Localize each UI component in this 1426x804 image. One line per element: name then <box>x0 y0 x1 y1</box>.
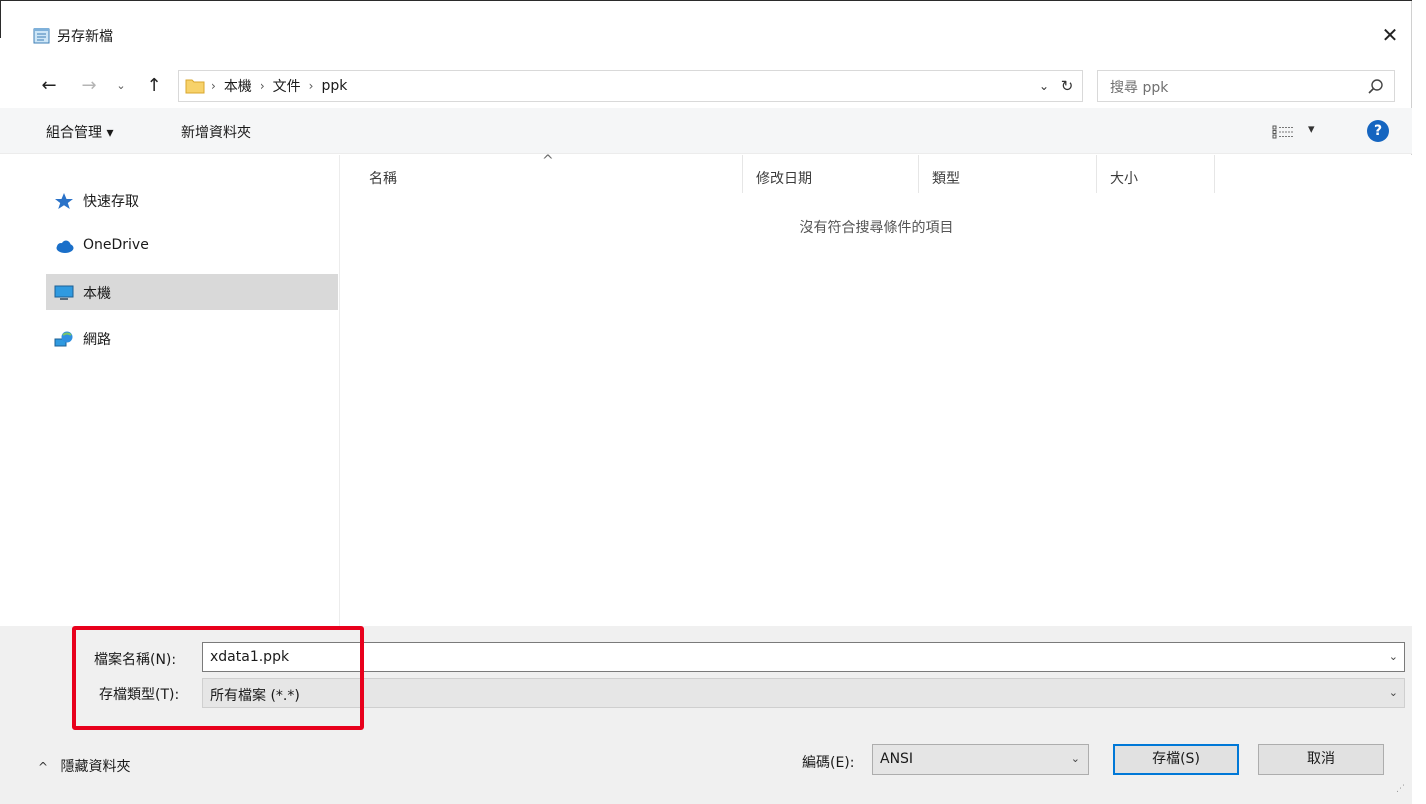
encoding-label: 編碼(E): <box>802 755 855 771</box>
help-icon[interactable]: ? <box>1367 120 1389 142</box>
forward-button[interactable]: → <box>76 73 102 99</box>
save-as-dialog: 另存新檔 ✕ ← → ⌄ ↑ › 本機 › 文件 › ppk ⌄ ↻ 搜尋 pp… <box>0 0 1412 804</box>
sidebar-item-label: 本機 <box>83 286 111 302</box>
breadcrumb-separator: › <box>308 79 314 93</box>
sort-ascending-icon: ^ <box>542 153 554 169</box>
address-bar[interactable]: › 本機 › 文件 › ppk ⌄ ↻ <box>178 70 1083 102</box>
save-options-panel: 檔案名稱(N): xdata1.ppk ⌄ 存檔類型(T): 所有檔案 (*.*… <box>0 626 1412 804</box>
help-glyph: ? <box>1373 123 1383 139</box>
chevron-down-icon: ⌄ <box>1038 79 1050 93</box>
encoding-value: ANSI <box>880 751 914 767</box>
hide-folders-button[interactable]: ^ 隱藏資料夾 <box>38 756 131 776</box>
title-bar: 另存新檔 ✕ <box>0 0 1412 47</box>
filename-value: xdata1.ppk <box>210 649 290 665</box>
column-header-date-modified[interactable]: 修改日期 <box>743 155 919 193</box>
filename-field[interactable]: xdata1.ppk ⌄ <box>202 642 1405 672</box>
arrow-left-icon: ← <box>41 75 57 96</box>
breadcrumb-ppk[interactable]: ppk <box>321 78 347 94</box>
search-icon <box>1368 79 1383 94</box>
breadcrumb-separator: › <box>211 79 216 93</box>
cloud-icon <box>56 240 74 253</box>
command-toolbar: 組合管理 ▾ 新增資料夾 ▾ ? <box>0 108 1412 154</box>
filetype-value: 所有檔案 (*.*) <box>210 688 300 704</box>
network-icon <box>54 331 73 347</box>
chevron-down-icon[interactable]: ⌄ <box>1389 650 1398 663</box>
column-header-label: 類型 <box>932 171 960 187</box>
chevron-down-icon: ⌄ <box>1070 752 1080 765</box>
refresh-button[interactable]: ↻ <box>1057 76 1077 96</box>
column-header-type[interactable]: 類型 <box>919 155 1097 193</box>
sidebar-item-label: OneDrive <box>83 237 149 253</box>
caret-down-icon: ▾ <box>1308 122 1315 137</box>
empty-list-message: 沒有符合搜尋條件的項目 <box>799 220 954 236</box>
filetype-select[interactable]: 所有檔案 (*.*) ⌄ <box>202 678 1405 708</box>
column-header-size[interactable]: 大小 <box>1097 155 1215 193</box>
column-header-name[interactable]: ^ 名稱 <box>341 153 743 193</box>
cancel-button[interactable]: 取消 <box>1258 744 1384 775</box>
chevron-down-icon: ⌄ <box>1388 686 1398 699</box>
filetype-label: 存檔類型(T): <box>99 687 180 703</box>
sidebar-item-network[interactable]: 網路 <box>46 320 338 356</box>
window-title: 另存新檔 <box>57 29 113 45</box>
chevron-up-icon: ^ <box>38 760 49 774</box>
close-icon: ✕ <box>1381 23 1399 47</box>
recent-locations-button[interactable]: ⌄ <box>112 73 130 99</box>
breadcrumb: › 本機 › 文件 › ppk <box>211 76 347 96</box>
column-header-label: 修改日期 <box>756 171 812 187</box>
save-button[interactable]: 存檔(S) <box>1113 744 1239 775</box>
new-folder-button[interactable]: 新增資料夾 <box>181 122 251 142</box>
hide-folders-label: 隱藏資料夾 <box>60 759 131 775</box>
view-options-button[interactable]: ▾ <box>1272 122 1328 142</box>
breadcrumb-documents[interactable]: 文件 <box>273 76 301 96</box>
breadcrumb-separator: › <box>259 79 265 93</box>
resize-grip-icon[interactable]: ⋰ <box>1396 785 1408 798</box>
sidebar-item-this-pc[interactable]: 本機 <box>46 274 338 310</box>
details-view-icon <box>1272 125 1293 139</box>
sidebar-item-onedrive[interactable]: OneDrive <box>46 228 338 264</box>
notepad-icon <box>33 28 50 44</box>
organize-menu-button[interactable]: 組合管理 ▾ <box>46 122 113 142</box>
search-placeholder: 搜尋 ppk <box>1110 80 1169 96</box>
sidebar-item-label: 網路 <box>83 332 111 348</box>
sidebar-item-label: 快速存取 <box>83 194 139 210</box>
background-edge-fragment <box>1419 30 1426 44</box>
search-input[interactable]: 搜尋 ppk <box>1097 70 1395 102</box>
chevron-down-icon: ⌄ <box>116 79 126 92</box>
folder-icon <box>185 79 205 94</box>
back-button[interactable]: ← <box>36 73 62 99</box>
file-list: ^ 名稱 修改日期 類型 大小 沒有符合搜尋條件的項目 <box>341 153 1412 626</box>
filename-label: 檔案名稱(N): <box>94 652 177 668</box>
arrow-up-icon: ↑ <box>146 75 162 96</box>
encoding-select[interactable]: ANSI ⌄ <box>872 744 1089 775</box>
refresh-icon: ↻ <box>1060 77 1074 95</box>
column-header-label: 名稱 <box>369 171 397 187</box>
arrow-right-icon: → <box>81 75 97 96</box>
star-icon <box>55 193 73 209</box>
sidebar-item-quick-access[interactable]: 快速存取 <box>46 182 338 218</box>
navigation-pane: 快速存取 OneDrive 本機 網路 <box>0 155 340 626</box>
close-button[interactable]: ✕ <box>1373 18 1407 52</box>
address-dropdown-button[interactable]: ⌄ <box>1035 76 1053 96</box>
column-header-label: 大小 <box>1110 171 1138 187</box>
breadcrumb-this-pc[interactable]: 本機 <box>224 76 252 96</box>
up-button[interactable]: ↑ <box>143 73 165 99</box>
navigation-bar: ← → ⌄ ↑ › 本機 › 文件 › ppk ⌄ ↻ 搜尋 ppk <box>0 64 1412 108</box>
monitor-icon <box>54 285 74 300</box>
